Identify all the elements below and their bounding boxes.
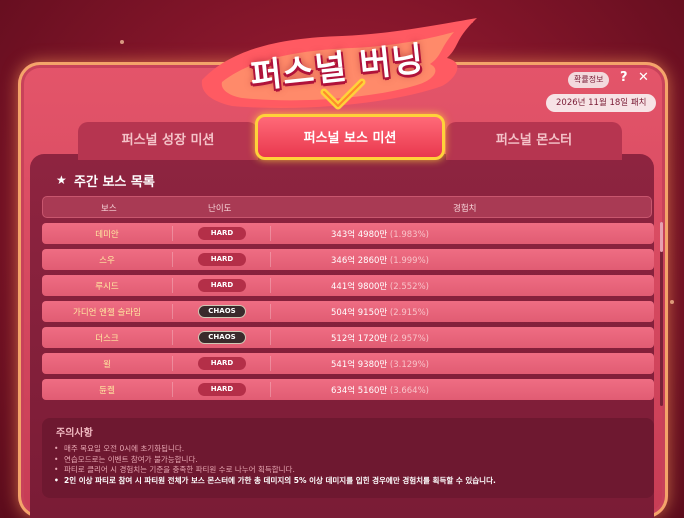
column-header-boss: 보스: [101, 204, 117, 214]
list-item: 2인 이상 파티로 참여 시 파티원 전체가 보스 몬스터에 가한 총 데미지의…: [54, 476, 496, 487]
column-header-difficulty: 난이도: [208, 204, 232, 214]
exp-value: 512억 1720만 (2.957%): [270, 332, 490, 344]
divider: [172, 278, 173, 293]
divider: [172, 382, 173, 397]
boss-name: 스우: [99, 256, 115, 266]
probability-info-button[interactable]: 확률정보: [568, 72, 610, 88]
exp-percent: (3.664%): [389, 386, 429, 396]
exp-amount: 541억 9380만: [331, 360, 388, 370]
table-row[interactable]: 루시드 HARD 441억 9800만 (2.552%): [42, 275, 654, 296]
help-icon[interactable]: ?: [620, 70, 628, 85]
exp-amount: 512억 1720만: [331, 334, 388, 344]
exp-percent: (1.983%): [389, 230, 429, 240]
difficulty-badge: HARD: [198, 253, 246, 266]
checkmark-icon: [320, 78, 366, 110]
tab-personal-monster[interactable]: 퍼스널 몬스터: [446, 122, 622, 160]
notice-list: 매주 목요일 오전 0시에 초기화됩니다. 연습모드로는 이벤트 참여가 불가능…: [54, 444, 496, 486]
section-title: 주간 보스 목록: [74, 175, 155, 190]
scrollbar-thumb[interactable]: [660, 222, 663, 252]
tab-growth-mission[interactable]: 퍼스널 성장 미션: [78, 122, 258, 160]
boss-name: 더스크: [95, 334, 119, 344]
close-icon[interactable]: ✕: [638, 70, 649, 85]
table-row[interactable]: 가디언 엔젤 슬라임 CHAOS 504억 9150만 (2.915%): [42, 301, 654, 322]
patch-date-badge: 2026년 11월 18일 패치: [546, 94, 657, 112]
list-item: 연습모드로는 이벤트 참여가 불가능합니다.: [54, 455, 496, 466]
divider: [172, 226, 173, 241]
exp-value: 346억 2860만 (1.999%): [270, 254, 490, 266]
boss-name: 루시드: [95, 282, 119, 292]
exp-percent: (2.957%): [389, 334, 429, 344]
list-item: 매주 목요일 오전 0시에 초기화됩니다.: [54, 444, 496, 455]
column-header-exp: 경험치: [453, 204, 477, 214]
boss-name: 윌: [103, 360, 111, 370]
boss-name: 데미안: [95, 230, 119, 240]
exp-amount: 343억 4980만: [331, 230, 388, 240]
list-item: 파티로 클리어 시 경험치는 기준을 충족한 파티원 수로 나누어 획득합니다.: [54, 465, 496, 476]
star-icon: ★: [56, 173, 67, 187]
boss-name: 듄켈: [99, 386, 115, 396]
exp-value: 343억 4980만 (1.983%): [270, 228, 490, 240]
divider: [172, 252, 173, 267]
table-row[interactable]: 데미안 HARD 343억 4980만 (1.983%): [42, 223, 654, 244]
exp-amount: 634억 5160만: [331, 386, 388, 396]
difficulty-badge: HARD: [198, 357, 246, 370]
spark-decoration: [120, 40, 124, 44]
difficulty-badge: HARD: [198, 279, 246, 292]
notice-title: 주의사항: [56, 428, 93, 439]
difficulty-badge: CHAOS: [198, 305, 246, 318]
exp-value: 541억 9380만 (3.129%): [270, 358, 490, 370]
difficulty-badge: CHAOS: [198, 331, 246, 344]
divider: [172, 304, 173, 319]
exp-percent: (1.999%): [389, 256, 429, 266]
table-row[interactable]: 듄켈 HARD 634억 5160만 (3.664%): [42, 379, 654, 400]
exp-amount: 504억 9150만: [331, 308, 388, 318]
difficulty-badge: HARD: [198, 383, 246, 396]
boss-list: 데미안 HARD 343억 4980만 (1.983%) 스우 HARD 346…: [42, 223, 654, 405]
table-row[interactable]: 더스크 CHAOS 512억 1720만 (2.957%): [42, 327, 654, 348]
boss-name: 가디언 엔젤 슬라임: [73, 308, 141, 318]
notice-panel: 주의사항 매주 목요일 오전 0시에 초기화됩니다. 연습모드로는 이벤트 참여…: [42, 418, 654, 498]
exp-percent: (2.552%): [389, 282, 429, 292]
exp-amount: 441억 9800만: [331, 282, 388, 292]
exp-value: 441억 9800만 (2.552%): [270, 280, 490, 292]
spark-decoration: [670, 300, 674, 304]
exp-amount: 346억 2860만: [331, 256, 388, 266]
table-header: 보스 난이도 경험치: [42, 196, 652, 218]
table-row[interactable]: 스우 HARD 346억 2860만 (1.999%): [42, 249, 654, 270]
divider: [172, 356, 173, 371]
table-row[interactable]: 윌 HARD 541억 9380만 (3.129%): [42, 353, 654, 374]
divider: [172, 330, 173, 345]
exp-percent: (3.129%): [389, 360, 429, 370]
exp-value: 504억 9150만 (2.915%): [270, 306, 490, 318]
exp-percent: (2.915%): [389, 308, 429, 318]
tab-boss-mission[interactable]: 퍼스널 보스 미션: [255, 114, 445, 160]
difficulty-badge: HARD: [198, 227, 246, 240]
exp-value: 634억 5160만 (3.664%): [270, 384, 490, 396]
